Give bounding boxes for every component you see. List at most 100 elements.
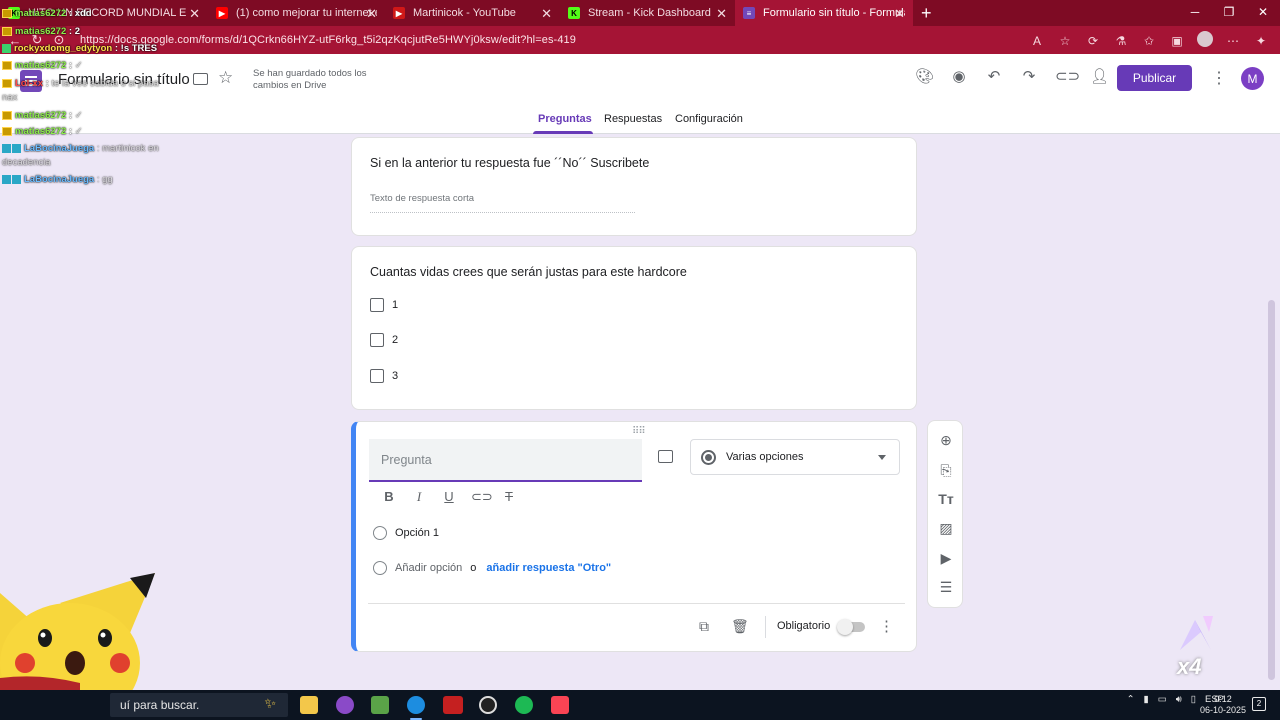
forms-header: Formulario sin título ☆ Se han guardado … bbox=[0, 54, 1280, 134]
or-label: o bbox=[470, 562, 477, 574]
option-row[interactable]: Opción 1 bbox=[373, 526, 439, 540]
star-icon[interactable]: ☆ bbox=[218, 68, 233, 88]
profile-icon[interactable] bbox=[1196, 31, 1214, 50]
chat-message: matias6272 : ✓ bbox=[2, 60, 83, 71]
add-collaborator-icon[interactable]: 👤︎ bbox=[1090, 68, 1109, 86]
chat-message: matias6272 : ✓ bbox=[2, 110, 83, 121]
clear-format-icon[interactable]: T bbox=[501, 489, 517, 505]
avatar[interactable]: M bbox=[1241, 67, 1264, 90]
copilot-icon[interactable]: ✦ bbox=[1252, 34, 1270, 48]
delete-icon[interactable]: 🗑︎ bbox=[731, 618, 749, 634]
redo-icon[interactable]: ↷ bbox=[1020, 68, 1038, 86]
browser-tab-youtube-internet[interactable]: ▶ (1) como mejorar tu internet en p ✕ bbox=[208, 0, 385, 26]
question-card-short-answer[interactable]: Si en la anterior tu respuesta fue ´´No´… bbox=[351, 137, 917, 236]
notification-center-icon[interactable]: 2 bbox=[1252, 697, 1266, 711]
add-section-icon[interactable]: ☰ bbox=[937, 578, 955, 596]
add-option-button[interactable]: Añadir opción bbox=[395, 562, 462, 574]
active-tab-indicator bbox=[533, 131, 593, 134]
taskbar-search[interactable]: uí para buscar. ✨︎ bbox=[110, 693, 288, 717]
required-toggle[interactable] bbox=[837, 619, 865, 635]
underline-icon[interactable]: U bbox=[441, 489, 457, 505]
checkbox-option[interactable]: 2 bbox=[370, 333, 398, 347]
tab-preguntas[interactable]: Preguntas bbox=[538, 113, 592, 125]
usb-icon[interactable]: ▮ bbox=[1144, 694, 1149, 705]
tab-respuestas[interactable]: Respuestas bbox=[604, 113, 662, 125]
new-tab-button[interactable]: + bbox=[921, 3, 932, 24]
favorite-star-icon[interactable]: ☆ bbox=[1056, 34, 1074, 48]
question-title: Si en la anterior tu respuesta fue ´´No´… bbox=[370, 156, 650, 170]
palette-icon[interactable]: 🎨︎ bbox=[915, 68, 934, 86]
more-options-icon[interactable]: ⋮ bbox=[1211, 68, 1227, 88]
edge-icon[interactable] bbox=[407, 696, 425, 720]
close-tab-icon[interactable]: ✕ bbox=[716, 6, 727, 22]
close-window-icon[interactable]: ✕ bbox=[1246, 0, 1280, 26]
bold-icon[interactable]: B bbox=[381, 489, 397, 505]
collections-icon[interactable]: ▣ bbox=[1168, 34, 1186, 48]
drag-handle-icon[interactable]: ⠿⠿ bbox=[632, 426, 646, 437]
copilot-sparkle-icon: ✨︎ bbox=[264, 695, 276, 711]
insert-link-icon[interactable]: ⊂⊃ bbox=[471, 489, 493, 505]
chat-message: LaBocinaJuega : gg bbox=[2, 174, 113, 185]
obs-icon[interactable] bbox=[479, 696, 497, 714]
battery-icon[interactable]: ▯ bbox=[1191, 694, 1196, 705]
option-label: 1 bbox=[392, 299, 399, 311]
refresh-icon[interactable]: ⟳ bbox=[1084, 34, 1102, 48]
add-image-icon[interactable] bbox=[658, 450, 673, 463]
voicemeeter-icon[interactable] bbox=[443, 696, 463, 714]
publish-button[interactable]: Publicar bbox=[1117, 65, 1192, 91]
chat-app-icon[interactable] bbox=[336, 696, 354, 714]
tab-configuracion[interactable]: Configuración bbox=[675, 113, 743, 125]
add-question-icon[interactable]: ⊕ bbox=[937, 431, 955, 449]
show-hidden-icons-icon[interactable]: ⌃ bbox=[1127, 694, 1135, 705]
checkbox-option[interactable]: 1 bbox=[370, 298, 398, 312]
settings-menu-icon[interactable]: ⋯ bbox=[1224, 34, 1242, 48]
file-explorer-icon[interactable] bbox=[300, 696, 318, 714]
question-card-editing[interactable]: ⠿⠿ Pregunta Varias opciones B I U ⊂⊃ T O… bbox=[351, 421, 917, 652]
question-card-checkboxes[interactable]: Cuantas vidas crees que serán justas par… bbox=[351, 246, 917, 410]
question-input[interactable]: Pregunta bbox=[369, 439, 642, 482]
favorites-icon[interactable]: ✩ bbox=[1140, 34, 1158, 48]
checkbox-icon[interactable] bbox=[370, 369, 384, 383]
minimize-icon[interactable]: ─ bbox=[1178, 0, 1212, 26]
move-to-folder-icon[interactable] bbox=[193, 73, 208, 85]
checkbox-icon[interactable] bbox=[370, 333, 384, 347]
chat-message: rockyxdomg_edytyon : !s TRES bbox=[2, 43, 157, 54]
spotify-icon[interactable] bbox=[515, 696, 533, 714]
add-image-icon[interactable]: ▨ bbox=[937, 519, 955, 537]
duplicate-icon[interactable]: ⧉ bbox=[696, 618, 712, 634]
option-label[interactable]: Opción 1 bbox=[395, 527, 439, 539]
checkbox-icon[interactable] bbox=[370, 298, 384, 312]
browser-tab-google-forms[interactable]: ≡ Formulario sin título - Formulario ✕ bbox=[735, 0, 913, 26]
clock[interactable]: 0:12 06-10-2025 bbox=[1200, 694, 1246, 716]
browser-tab-youtube-martinicok[interactable]: ▶ Martinicok - YouTube ✕ bbox=[385, 0, 560, 26]
option-label: 3 bbox=[392, 370, 399, 382]
network-icon[interactable]: ▭ bbox=[1158, 694, 1167, 705]
close-tab-icon[interactable]: ✕ bbox=[894, 6, 905, 22]
maximize-icon[interactable]: ❐ bbox=[1212, 0, 1246, 26]
add-title-icon[interactable]: Tт bbox=[937, 490, 955, 508]
pikachu-cheek bbox=[15, 653, 35, 673]
valorant-icon[interactable] bbox=[551, 696, 569, 714]
italic-icon[interactable]: I bbox=[411, 489, 427, 505]
close-tab-icon[interactable]: ✕ bbox=[189, 6, 200, 22]
short-answer-placeholder: Texto de respuesta corta bbox=[370, 193, 635, 213]
chat-message: Lol-xx : te la veo subida o si pasa bbox=[2, 78, 159, 89]
add-other-button[interactable]: añadir respuesta "Otro" bbox=[486, 562, 611, 574]
close-tab-icon[interactable]: ✕ bbox=[366, 6, 377, 22]
undo-icon[interactable]: ↶ bbox=[985, 68, 1003, 86]
checkbox-option[interactable]: 3 bbox=[370, 369, 398, 383]
browser-tab-kick-dashboard[interactable]: K Stream - Kick Dashboard ✕ bbox=[560, 0, 735, 26]
extensions-icon[interactable]: ⚗ bbox=[1112, 34, 1130, 48]
link-icon[interactable]: ⊂⊃ bbox=[1055, 68, 1080, 86]
minecraft-icon[interactable] bbox=[371, 696, 389, 714]
more-options-icon[interactable]: ⋮ bbox=[879, 617, 894, 635]
saved-status: Se han guardado todos los cambios en Dri… bbox=[253, 68, 367, 91]
close-tab-icon[interactable]: ✕ bbox=[541, 6, 552, 22]
preview-eye-icon[interactable]: ◉ bbox=[950, 68, 968, 86]
add-video-icon[interactable]: ▶ bbox=[937, 549, 955, 567]
volume-icon[interactable]: 🔊︎ bbox=[1176, 694, 1182, 705]
scrollbar[interactable] bbox=[1268, 300, 1275, 680]
import-questions-icon[interactable]: ⎘ bbox=[937, 461, 955, 479]
read-aloud-icon[interactable]: A bbox=[1028, 34, 1046, 48]
question-type-dropdown[interactable]: Varias opciones bbox=[690, 439, 900, 475]
